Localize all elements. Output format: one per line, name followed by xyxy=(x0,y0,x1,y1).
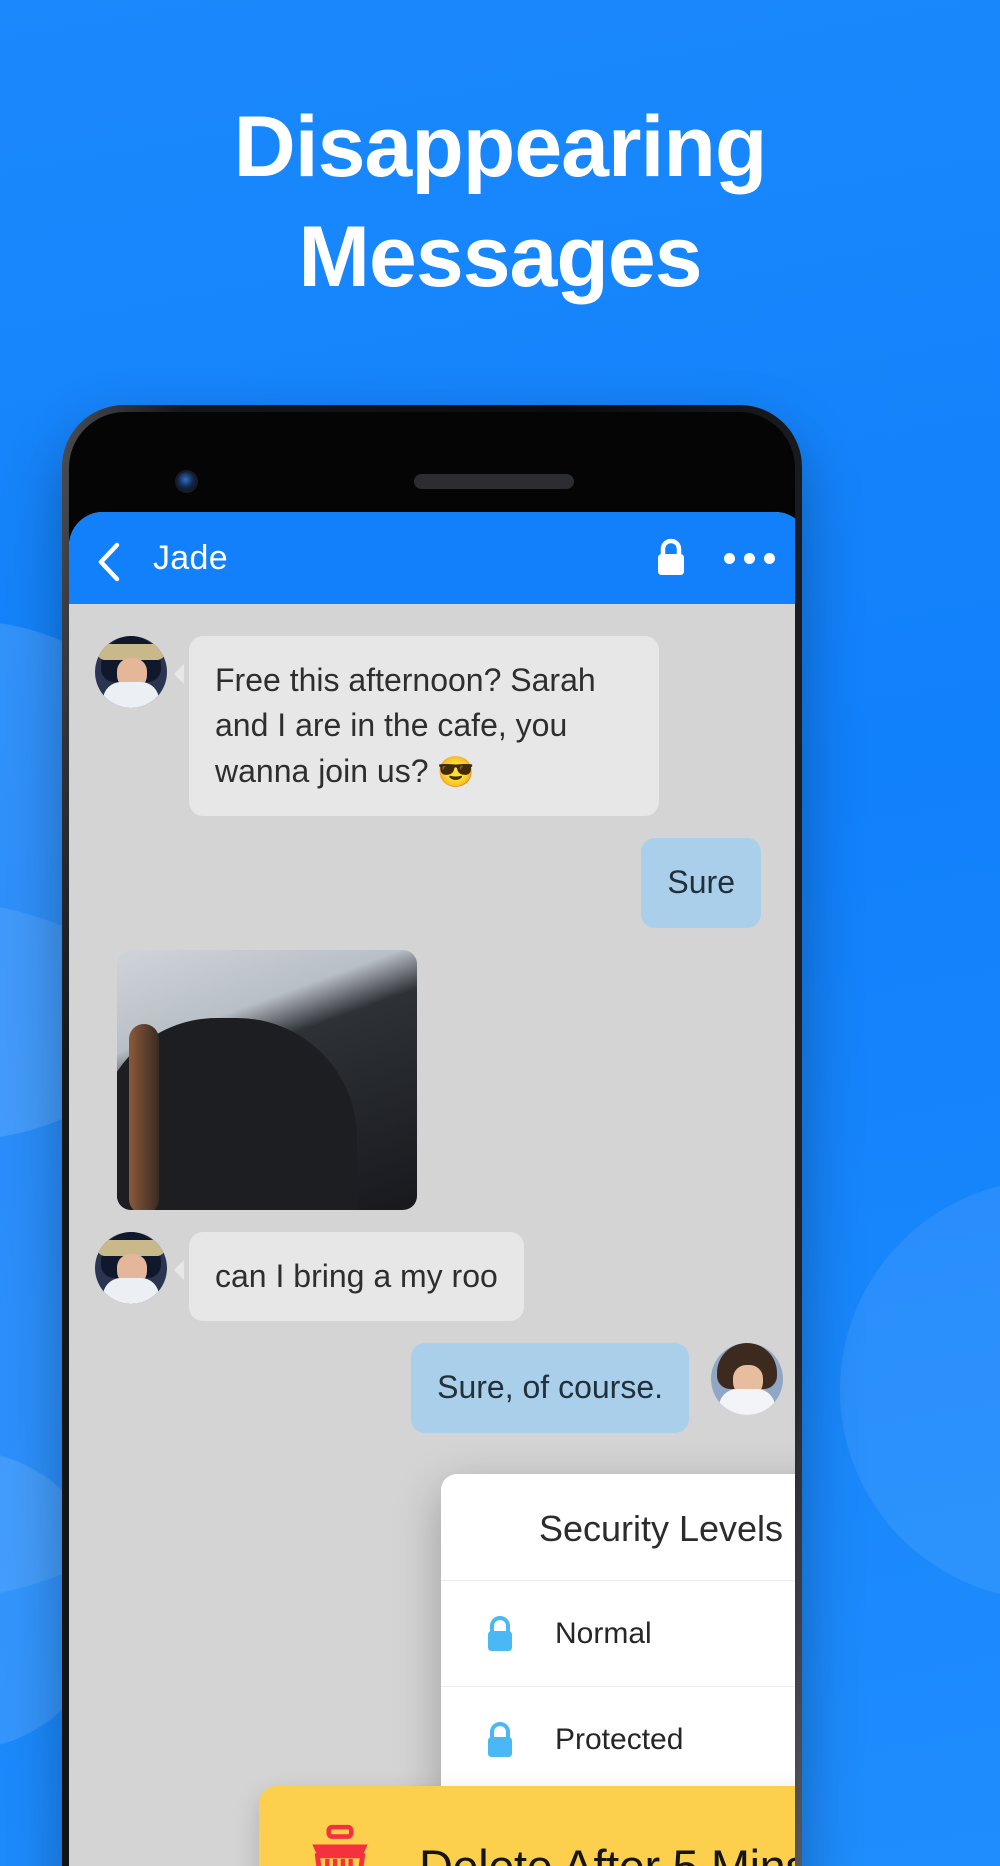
phone-mockup: Jade Free this afternoon? Sarah and I ar… xyxy=(62,405,802,1866)
message-row: can I bring a my roo xyxy=(69,1231,795,1322)
message-row: Sure, of course. xyxy=(69,1343,795,1433)
message-text: Sure, of course. xyxy=(437,1369,663,1406)
headline-line-1: Disappearing xyxy=(233,99,768,195)
message-text: can I bring a my roo xyxy=(215,1257,498,1294)
menu-item-normal[interactable]: Normal xyxy=(441,1581,795,1687)
sunglasses-emoji: 😎 xyxy=(437,755,475,789)
front-camera-icon xyxy=(177,472,196,491)
message-photo-attachment[interactable] xyxy=(117,949,417,1210)
conversation-list[interactable]: Free this afternoon? Sarah and I are in … xyxy=(69,604,795,1866)
lock-icon xyxy=(477,1613,523,1655)
more-dot xyxy=(744,552,755,564)
trash-icon xyxy=(303,1821,377,1866)
chat-contact-name: Jade xyxy=(153,538,228,577)
lock-icon[interactable] xyxy=(652,536,690,580)
message-text: Sure xyxy=(667,864,735,901)
message-bubble-incoming[interactable]: Free this afternoon? Sarah and I are in … xyxy=(174,636,659,817)
appbar-actions xyxy=(652,536,775,580)
chat-appbar: Jade xyxy=(69,512,795,604)
message-row: Sure xyxy=(69,838,795,928)
menu-item-label: Delete After 5 Mins xyxy=(419,1839,795,1866)
app-screen: Jade Free this afternoon? Sarah and I ar… xyxy=(69,512,795,1866)
phone-screen-frame: Jade Free this afternoon? Sarah and I ar… xyxy=(69,412,795,1866)
earpiece-speaker-icon xyxy=(414,474,574,489)
message-row xyxy=(69,949,795,1210)
lock-icon xyxy=(477,1719,523,1761)
menu-item-delete-after-5-mins[interactable]: Delete After 5 Mins xyxy=(259,1786,795,1866)
back-chevron-icon[interactable] xyxy=(93,541,127,582)
menu-item-label: Normal xyxy=(555,1616,652,1650)
avatar xyxy=(95,1231,167,1304)
message-bubble-incoming[interactable]: can I bring a my roo xyxy=(174,1231,524,1322)
security-levels-popup[interactable]: Security Levels Normal Protected Delete … xyxy=(259,1474,795,1866)
headline-line-2: Messages xyxy=(298,209,702,306)
menu-item-protected[interactable]: Protected xyxy=(441,1687,795,1793)
more-dot xyxy=(764,552,775,564)
menu-item-label: Protected xyxy=(555,1722,684,1756)
page-title: Disappearing Messages xyxy=(0,92,1000,312)
message-bubble-outgoing[interactable]: Sure xyxy=(641,838,761,928)
avatar xyxy=(711,1343,783,1416)
message-text: Free this afternoon? Sarah and I are in … xyxy=(215,662,596,789)
avatar xyxy=(95,636,167,708)
message-bubble-outgoing[interactable]: Sure, of course. xyxy=(411,1343,689,1433)
more-dot xyxy=(724,552,735,564)
more-options-icon[interactable] xyxy=(724,552,775,564)
popup-title: Security Levels xyxy=(441,1474,795,1581)
message-row: Free this afternoon? Sarah and I are in … xyxy=(69,636,795,817)
background-blob xyxy=(840,1180,1000,1600)
